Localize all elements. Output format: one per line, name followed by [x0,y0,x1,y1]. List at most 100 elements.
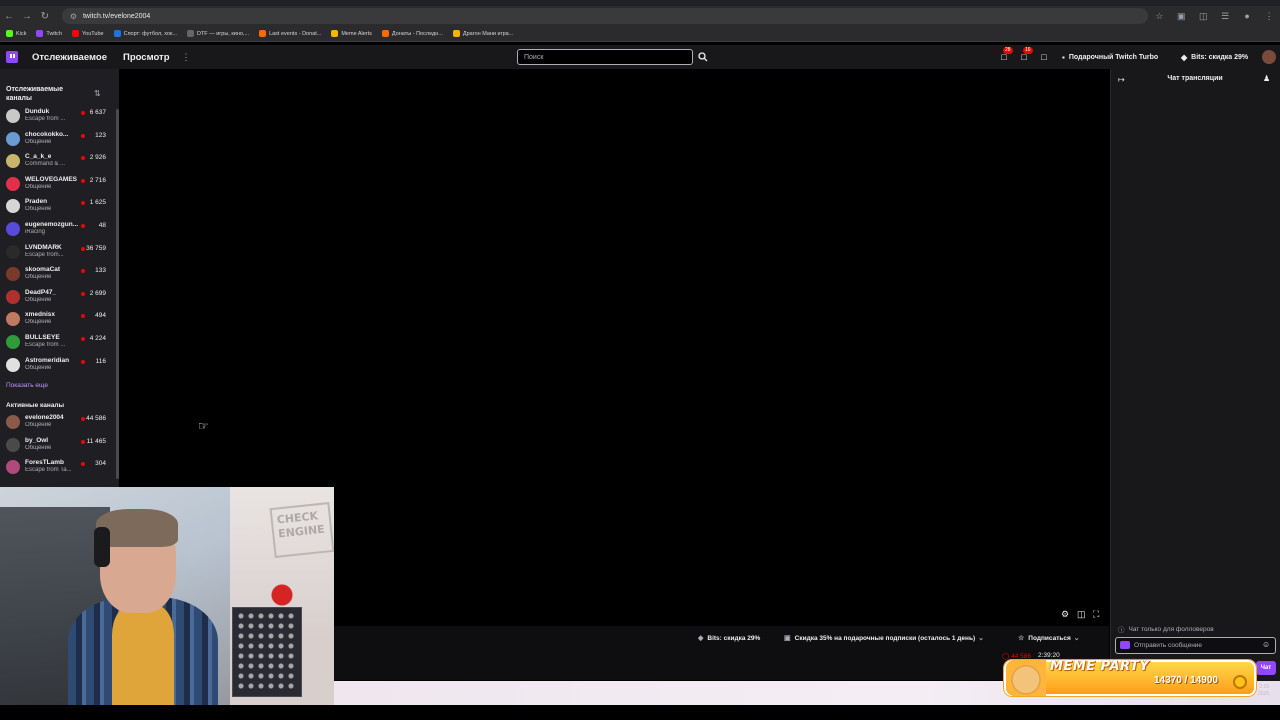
bookmarks-bar: Kick Twitch YouTube Спорт: футбол, хок... DT… [0,26,1280,42]
theater-mode-icon[interactable]: ◫ [1077,609,1086,620]
channel-avatar [6,312,20,327]
sidebar-channel-followed[interactable]: DeadP47_ Общение 2 699 [0,287,116,309]
live-dot-icon [81,111,85,115]
chat-users-icon[interactable]: ♟ [1263,74,1270,83]
sidebar-channel-active[interactable]: by_Owl Общение 11 465 [0,435,116,457]
bookmark-item[interactable]: Kick [6,30,26,37]
channel-avatar [6,437,20,452]
twitch-logo-icon[interactable] [6,51,18,63]
bits-sale-button[interactable]: ◆ Bits: скидка 29% [698,632,760,644]
channel-avatar [6,109,20,123]
site-info-icon[interactable]: ⚙ [70,12,77,21]
bookmark-item[interactable]: Донаты - Последн... [381,30,443,37]
sidebar-channel-followed[interactable]: BULLSEYE Escape from ... 4 224 [0,332,116,354]
bookmark-star-icon[interactable]: ☆ [1148,7,1170,25]
bookmark-label: Kick [16,30,27,37]
drops-icon[interactable]: □ 28 [998,47,1013,62]
nav-browse[interactable]: Просмотр [123,52,170,63]
emote-picker-icon[interactable]: ☺ [1262,640,1270,649]
bookmark-item[interactable]: Twitch [36,30,62,37]
sidebar-channel-followed[interactable]: Dunduk Escape from ... 6 637 [0,106,116,128]
sidebar-channel-followed[interactable]: C_a_k_e Command & ... 2 926 [0,151,116,173]
address-bar[interactable]: ⚙ twitch.tv/evelone2004 [61,8,1149,24]
live-dot-icon [81,178,85,183]
more-menu-icon[interactable]: ⋮ [182,52,191,63]
gift-icon: ▪ [1062,52,1065,62]
bookmark-item[interactable]: YouTube [71,30,104,37]
channel-name: chocokokko... [25,130,69,138]
menu-icon[interactable]: ⋮ [1258,7,1280,25]
channel-viewers: 304 [95,460,106,468]
sidebar-channel-followed[interactable]: LVNDMARK Escape from... 36 759 [0,242,116,264]
bookmark-item[interactable]: Спорт: футбол, хок... [113,30,177,37]
live-dot-icon [81,359,85,364]
channel-viewers: 133 [95,267,106,275]
viewer-count: ◯ 44 586 [1002,653,1031,660]
bits-label: Bits: скидка 29% [1191,53,1249,61]
sidepanel-icon[interactable]: ◫ [1192,7,1214,25]
extensions-icon[interactable]: ▣ [1170,7,1192,25]
url-text: twitch.tv/evelone2004 [82,12,151,20]
fullscreen-icon[interactable]: ⛶ [1093,609,1099,620]
sidebar-channel-followed[interactable]: xmednisx Общение 494 [0,309,116,331]
bookmark-item[interactable]: Meme Alerts [331,30,372,37]
sidebar-channel-followed[interactable]: eugenemozgun... iRacing 48 [0,219,116,241]
meme-party-title: MEME PARTY [1050,659,1150,674]
sidebar-channel-followed[interactable]: Praden Общение 1 625 [0,196,116,218]
channel-avatar [6,154,20,169]
channel-viewers: 116 [95,357,106,365]
channel-category: iRacing [25,229,46,235]
bookmark-item[interactable]: DTF — игры, кино,... [186,30,249,37]
sidebar-channel-followed[interactable]: WELOVEGAMES Общение 2 716 [0,174,116,196]
gift-sub-sale-button[interactable]: ▣ Скидка 35% на подарочные подписки (ост… [784,632,984,644]
bookmark-item[interactable]: Last events - Donat... [259,30,321,37]
reload-icon[interactable]: ↻ [36,7,54,25]
channel-viewers: 2 716 [89,176,106,184]
meme-party-progress: 14370 / 14900 [1154,675,1218,686]
channel-category: Общение [25,422,52,428]
channel-avatar [6,199,20,214]
back-icon[interactable]: ← [0,7,18,25]
user-avatar[interactable] [1262,50,1276,64]
following-header: Отслеживаемые каналы [6,86,64,102]
nav-following[interactable]: Отслеживаемое [32,52,107,63]
live-dot-icon [81,291,85,296]
clock-year: 2025 [1258,691,1270,697]
sidebar-channel-active[interactable]: ForesTLamb Escape from Ta... 304 [0,457,116,479]
channel-name: xmednisx [25,311,55,319]
subscribe-button[interactable]: ☆ Подписаться ⌄ [1018,632,1080,644]
translate-icon[interactable]: ☰ [1214,7,1236,25]
bookmark-item[interactable]: Драгон Мани игра... [452,30,513,37]
channel-avatar [6,176,20,191]
sidebar-channel-followed[interactable]: skoomaCat Общение 133 [0,264,116,286]
channel-avatar [6,335,20,349]
bookmark-favicon-icon [259,30,267,37]
search-icon[interactable] [694,49,712,65]
twitch-topbar: Отслеживаемое Просмотр ⋮ Поиск □ 28 □ 16 □… [0,45,1280,69]
channel-viewers: 44 586 [86,415,106,422]
sidebar-channel-followed[interactable]: Astromeridian Общение 116 [0,355,116,377]
channel-name: eugenemozgun... [25,221,79,228]
live-dot-icon [81,439,85,444]
collapse-chat-icon[interactable]: ↦ [1118,75,1125,84]
channel-name: evelone2004 [25,414,64,421]
sidebar-channel-followed[interactable]: chocokokko... Общение 123 [0,129,116,151]
forward-icon[interactable]: → [18,7,36,25]
chat-title: Чат трансляции [1167,75,1223,82]
search-input[interactable]: Поиск [517,49,693,65]
channel-points-icon[interactable] [1120,641,1130,649]
whispers-icon[interactable]: □ [1038,52,1050,62]
turbo-gift-button[interactable]: ▪ Подарочный Twitch Turbo [1062,50,1158,64]
show-more-link[interactable]: Показать еще [6,382,48,389]
channel-category: Escape from... [25,251,64,258]
settings-icon[interactable]: ⚙ [1061,609,1069,620]
bookmark-favicon-icon [186,30,194,37]
inbox-icon[interactable]: □ 16 [1018,47,1033,62]
live-dot-icon [81,246,85,251]
profile-icon[interactable]: ● [1236,7,1258,25]
sidebar-channel-active[interactable]: evelone2004 Общение 44 586 [0,412,116,434]
bits-button[interactable]: ◆ Bits: скидка 29% [1181,50,1248,64]
collapse-sidebar-icon[interactable]: ⇅ [94,89,101,98]
chat-input[interactable]: Отправить сообщение [1115,637,1276,654]
chat-send-button[interactable]: Чат [1256,661,1276,675]
